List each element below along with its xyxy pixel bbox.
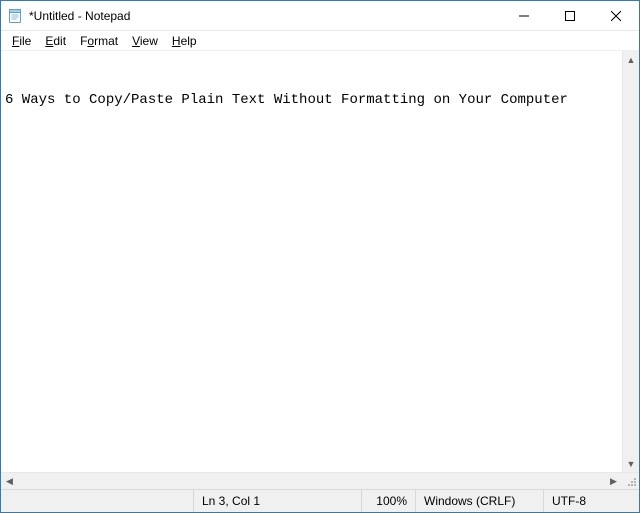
resize-grip[interactable] xyxy=(622,473,639,489)
menu-file-rest: ile xyxy=(19,34,31,48)
menubar: File Edit Format View Help xyxy=(1,31,639,51)
window-controls xyxy=(501,1,639,30)
menu-format[interactable]: Format xyxy=(73,33,125,49)
menu-format-rest: rmat xyxy=(94,34,118,48)
status-zoom: 100% xyxy=(361,490,415,512)
notepad-icon xyxy=(7,8,23,24)
menu-edit-rest: dit xyxy=(53,34,66,48)
status-spacer xyxy=(1,490,193,512)
horizontal-scrollbar[interactable]: ◀ ▶ xyxy=(1,472,639,489)
status-position: Ln 3, Col 1 xyxy=(193,490,361,512)
scroll-left-icon[interactable]: ◀ xyxy=(1,473,18,489)
vertical-scrollbar[interactable]: ▲ ▼ xyxy=(622,51,639,472)
scroll-right-icon[interactable]: ▶ xyxy=(605,473,622,489)
minimize-button[interactable] xyxy=(501,1,547,31)
status-encoding: UTF-8 xyxy=(543,490,639,512)
menu-view[interactable]: View xyxy=(125,33,165,49)
window-title: *Untitled - Notepad xyxy=(29,9,130,23)
scroll-down-icon[interactable]: ▼ xyxy=(623,455,639,472)
statusbar: Ln 3, Col 1 100% Windows (CRLF) UTF-8 xyxy=(1,489,639,512)
menu-help[interactable]: Help xyxy=(165,33,204,49)
menu-file[interactable]: File xyxy=(5,33,38,49)
close-button[interactable] xyxy=(593,1,639,31)
titlebar[interactable]: *Untitled - Notepad xyxy=(1,1,639,31)
menu-edit[interactable]: Edit xyxy=(38,33,73,49)
editor-area: ▲ ▼ xyxy=(1,51,639,472)
text-editor[interactable] xyxy=(1,51,622,472)
menu-view-rest: iew xyxy=(140,34,158,48)
status-eol: Windows (CRLF) xyxy=(415,490,543,512)
scroll-up-icon[interactable]: ▲ xyxy=(623,51,639,68)
hscroll-track[interactable] xyxy=(18,473,605,489)
vscroll-track[interactable] xyxy=(623,68,639,455)
notepad-window: *Untitled - Notepad File Edit Format Vie… xyxy=(0,0,640,513)
menu-help-rest: elp xyxy=(181,34,197,48)
maximize-button[interactable] xyxy=(547,1,593,31)
